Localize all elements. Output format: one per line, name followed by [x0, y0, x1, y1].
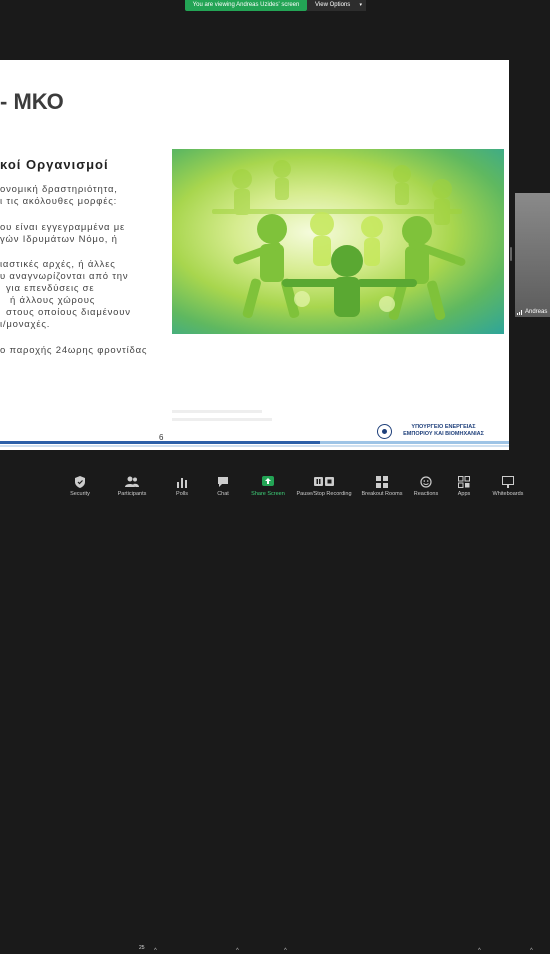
polls-label: Polls — [176, 491, 188, 497]
participant-name-label: Andreas — [517, 309, 547, 315]
text-line: στους οποίους διαμένουν — [6, 307, 131, 318]
panel-resize-handle[interactable] — [510, 247, 512, 261]
view-options-button[interactable]: View Options ▾ — [307, 0, 366, 11]
logo-line-1: ΥΠΟΥΡΓΕΙΟ ΕΝΕΡΓΕΙΑΣ — [411, 424, 476, 430]
pause-stop-icon — [314, 477, 334, 486]
shield-icon — [75, 476, 85, 488]
text-line: υ αναγνωρίζονται από την — [0, 271, 129, 282]
smiley-plus-icon — [420, 476, 432, 488]
participant-video-thumbnail[interactable]: Andreas — [515, 193, 550, 317]
text-line: ου είναι εγγεγραμμένα με — [0, 222, 126, 233]
slide-footer-bar — [0, 441, 509, 450]
share-screen-button[interactable]: Share Screen — [248, 468, 288, 500]
breakout-rooms-button[interactable]: Breakout Rooms — [358, 468, 406, 500]
slide-subtitle: κοί Οργανισμοί — [0, 157, 109, 172]
apps-button[interactable]: Apps — [452, 468, 476, 500]
chevron-up-icon[interactable]: ^ — [530, 948, 533, 954]
text-line: για επενδύσεις σε — [6, 283, 95, 294]
paper-people-illustration — [212, 160, 466, 321]
faint-watermark-text — [172, 410, 272, 421]
text-line: ιαστικές αρχές, ή άλλες — [0, 259, 116, 270]
participant-name: Andreas — [525, 309, 548, 315]
community-circle-image — [172, 149, 504, 334]
whiteboards-button[interactable]: Whiteboards — [488, 468, 528, 500]
whiteboards-label: Whiteboards — [492, 491, 524, 497]
emblem-icon — [377, 424, 392, 439]
chat-button[interactable]: Chat — [210, 468, 236, 500]
chevron-up-icon[interactable]: ^ — [284, 948, 287, 954]
participants-count-badge: 25 — [139, 945, 145, 951]
logo-line-2: ΕΜΠΟΡΙΟΥ ΚΑΙ ΒΙΟΜΗΧΑΝΙΑΣ — [403, 431, 484, 437]
breakout-grid-icon — [376, 476, 388, 488]
text-line: ι τις ακόλουθες μορφές: — [0, 196, 118, 207]
video-frame — [515, 193, 550, 317]
text-line: ονομική δραστηριότητα, — [0, 184, 118, 195]
text-line: ή άλλους χώρους — [10, 295, 96, 306]
people-icon — [125, 476, 139, 487]
participants-button[interactable]: Participants — [112, 468, 152, 500]
chevron-up-icon[interactable]: ^ — [154, 948, 157, 954]
bar-chart-icon — [177, 478, 187, 488]
slide-title: - ΜΚΟ — [0, 89, 64, 114]
slide-paragraph-4: ο παροχής 24ωρης φροντίδας — [0, 345, 147, 357]
chevron-up-icon[interactable]: ^ — [478, 948, 481, 954]
chevron-down-icon: ▾ — [359, 2, 362, 8]
security-button[interactable]: Security — [64, 468, 96, 500]
slide-paragraph-1: ονομική δραστηριότητα, ι τις ακόλουθες μ… — [0, 184, 118, 208]
apps-label: Apps — [457, 491, 471, 497]
text-line: γών Ιδρυμάτων Νόμο, ή — [0, 234, 118, 245]
breakout-rooms-label: Breakout Rooms — [361, 491, 403, 497]
whiteboard-icon — [502, 476, 514, 488]
meeting-toolbar: Security Participants 25 ^ Polls Chat ^ … — [0, 468, 550, 954]
slide-paragraph-3: ιαστικές αρχές, ή άλλες υ αναγνωρίζονται… — [0, 259, 131, 331]
reactions-button[interactable]: Reactions — [410, 468, 442, 500]
share-screen-icon — [262, 476, 274, 486]
text-line: ο παροχής 24ωρης φροντίδας — [0, 345, 148, 356]
shared-slide: - ΜΚΟ κοί Οργανισμοί ονομική δραστηριότη… — [0, 60, 509, 450]
view-options-label: View Options — [315, 2, 351, 8]
reactions-label: Reactions — [413, 491, 439, 497]
ministry-logo: ΥΠΟΥΡΓΕΙΟ ΕΝΕΡΓΕΙΑΣ ΕΜΠΟΡΙΟΥ ΚΑΙ ΒΙΟΜΗΧΑ… — [377, 422, 507, 442]
text-line: ι/μοναχές. — [0, 319, 51, 330]
participants-label: Participants — [117, 491, 147, 497]
recording-button[interactable]: Pause/Stop Recording — [294, 468, 354, 500]
signal-bars-icon — [517, 309, 523, 315]
viewing-screen-banner: You are viewing Andreas Uzides' screen — [185, 0, 307, 11]
recording-label: Pause/Stop Recording — [296, 491, 352, 497]
chat-label: Chat — [217, 491, 229, 497]
apps-icon — [458, 476, 470, 488]
security-label: Security — [70, 491, 90, 497]
chevron-up-icon[interactable]: ^ — [236, 948, 239, 954]
top-banner-bar: You are viewing Andreas Uzides' screen V… — [0, 0, 550, 12]
polls-button[interactable]: Polls — [168, 468, 196, 500]
ministry-name: ΥΠΟΥΡΓΕΙΟ ΕΝΕΡΓΕΙΑΣ ΕΜΠΟΡΙΟΥ ΚΑΙ ΒΙΟΜΗΧΑ… — [396, 424, 491, 438]
chat-bubble-icon — [218, 477, 228, 487]
slide-paragraph-2: ου είναι εγγεγραμμένα με γών Ιδρυμάτων Ν… — [0, 222, 125, 246]
share-screen-label: Share Screen — [251, 491, 285, 497]
